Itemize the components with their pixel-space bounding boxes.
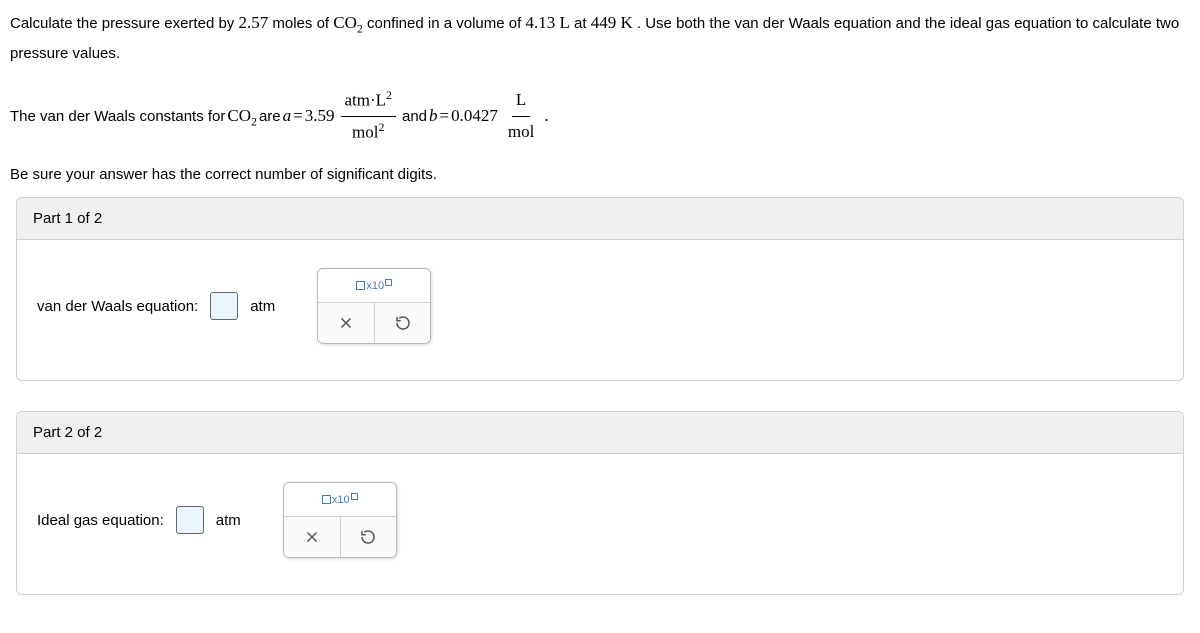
equals: = <box>293 101 303 132</box>
part-1-answer-input[interactable] <box>210 292 238 320</box>
part-2-container: Part 2 of 2 Ideal gas equation: atm x10 <box>16 411 1184 595</box>
close-icon <box>303 528 321 546</box>
placeholder-box-icon <box>322 495 331 504</box>
part-1-label: van der Waals equation: <box>37 298 198 315</box>
undo-icon <box>359 528 377 546</box>
part-2-toolbar: x10 <box>283 482 397 558</box>
unit-fraction-b: L mol <box>504 85 538 147</box>
part-2-header: Part 2 of 2 <box>17 412 1183 454</box>
sci-notation-button[interactable]: x10 <box>356 279 392 292</box>
var-a: a <box>283 101 292 132</box>
reset-button[interactable] <box>340 517 396 557</box>
text: confined in a volume of <box>367 15 525 32</box>
sig-digits-note: Be sure your answer has the correct numb… <box>10 166 1190 183</box>
equals: = <box>440 101 450 132</box>
text: and <box>402 103 427 130</box>
gas-formula: CO2 <box>333 13 363 32</box>
unit-fraction-a: atm·L2 mol2 <box>341 85 397 149</box>
part-2-label: Ideal gas equation: <box>37 512 164 529</box>
close-icon <box>337 314 355 332</box>
value-moles: 2.57 <box>238 13 268 32</box>
text: The van der Waals constants for <box>10 103 225 130</box>
sci-notation-button[interactable]: x10 <box>322 493 358 506</box>
clear-button[interactable] <box>318 303 374 343</box>
text: moles of <box>272 15 333 32</box>
period: . <box>544 101 548 132</box>
part-1-unit: atm <box>250 298 275 315</box>
value-b: 0.0427 <box>451 101 498 132</box>
part-1-header: Part 1 of 2 <box>17 198 1183 240</box>
placeholder-box-icon <box>356 281 365 290</box>
clear-button[interactable] <box>284 517 340 557</box>
part-1-toolbar: x10 <box>317 268 431 344</box>
part-2-unit: atm <box>216 512 241 529</box>
text: are <box>259 103 281 130</box>
text: at <box>574 15 591 32</box>
question-text: Calculate the pressure exerted by 2.57 m… <box>10 8 1190 67</box>
undo-icon <box>394 314 412 332</box>
value-volume: 4.13 L <box>525 13 569 32</box>
part-2-answer-input[interactable] <box>176 506 204 534</box>
part-1-container: Part 1 of 2 van der Waals equation: atm … <box>16 197 1184 381</box>
constants-line: The van der Waals constants for CO2 are … <box>10 85 1190 149</box>
value-temp: 449 K <box>591 13 633 32</box>
placeholder-box-icon <box>385 279 392 286</box>
sci-text: x10 <box>332 494 350 506</box>
var-b: b <box>429 101 438 132</box>
sci-text: x10 <box>366 280 384 292</box>
text: Calculate the pressure exerted by <box>10 15 238 32</box>
gas-formula: CO2 <box>227 101 257 133</box>
reset-button[interactable] <box>374 303 430 343</box>
value-a: 3.59 <box>305 101 335 132</box>
placeholder-box-icon <box>351 493 358 500</box>
